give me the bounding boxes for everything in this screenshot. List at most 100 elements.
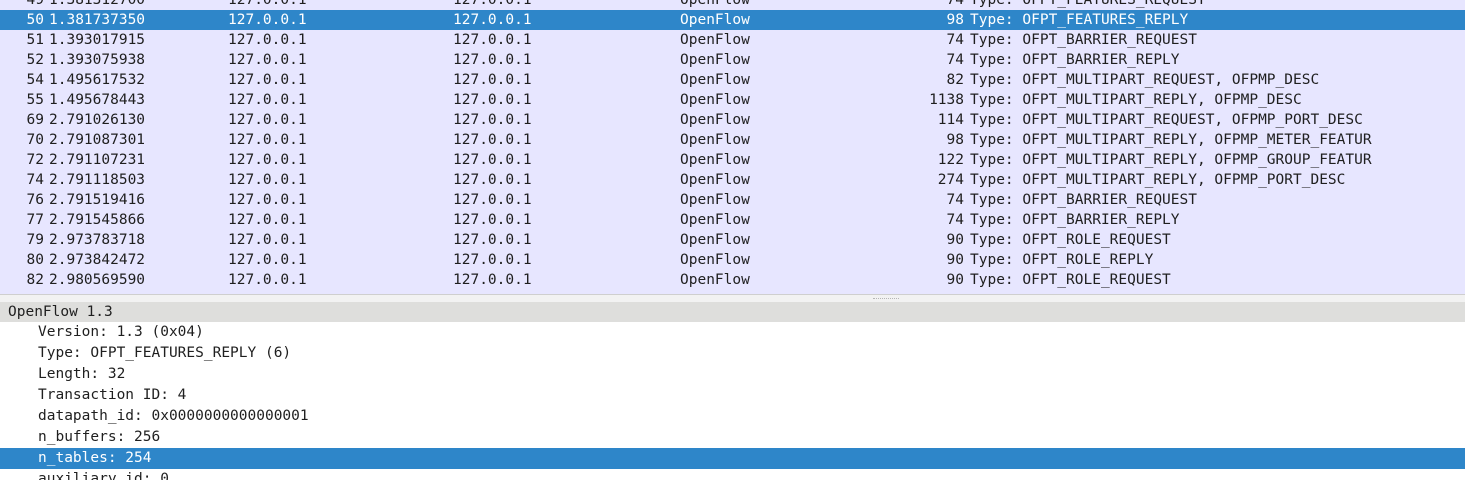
packet-destination: 127.0.0.1 [453, 212, 532, 228]
packet-time: 2.791087301 [49, 132, 146, 148]
packet-length: 74 [946, 192, 964, 208]
packet-length: 274 [937, 172, 964, 188]
tree-field[interactable]: Transaction ID: 4 [0, 385, 1465, 406]
tree-field[interactable]: Length: 32 [0, 364, 1465, 385]
packet-row[interactable]: 72 2.791107231 127.0.0.1 127.0.0.1 OpenFlow 1… [0, 150, 1465, 170]
packet-time: 2.791519416 [49, 192, 146, 208]
tree-field[interactable]: auxiliary_id: 0 [0, 469, 1465, 480]
packet-source: 127.0.0.1 [228, 152, 307, 168]
packet-destination: 127.0.0.1 [453, 112, 532, 128]
packet-number: 79 [26, 232, 44, 248]
packet-length: 90 [946, 232, 964, 248]
packet-info: Type: OFPT_ROLE_REQUEST [970, 232, 1171, 248]
packet-source: 127.0.0.1 [228, 0, 307, 8]
packet-info: Type: OFPT_BARRIER_REPLY [970, 52, 1180, 68]
packet-source: 127.0.0.1 [228, 132, 307, 148]
packet-protocol: OpenFlow [680, 132, 750, 148]
packet-source: 127.0.0.1 [228, 52, 307, 68]
packet-time: 1.495678443 [49, 92, 146, 108]
packet-row[interactable]: 74 2.791118503 127.0.0.1 127.0.0.1 OpenFlow 2… [0, 170, 1465, 190]
packet-protocol: OpenFlow [680, 72, 750, 88]
packet-number: 80 [26, 252, 44, 268]
packet-time: 2.973842472 [49, 252, 146, 268]
packet-time: 2.973783718 [49, 232, 146, 248]
packet-protocol: OpenFlow [680, 52, 750, 68]
packet-info: Type: OFPT_MULTIPART_REQUEST, OFPMP_DESC [970, 72, 1320, 88]
packet-time: 2.791545866 [49, 212, 146, 228]
packet-source: 127.0.0.1 [228, 252, 307, 268]
tree-field[interactable]: Version: 1.3 (0x04) [0, 322, 1465, 343]
packet-source: 127.0.0.1 [228, 192, 307, 208]
packet-time: 1.381737350 [49, 12, 146, 28]
packet-number: 69 [26, 112, 44, 128]
packet-protocol: OpenFlow [680, 212, 750, 228]
packet-number: 70 [26, 132, 44, 148]
packet-info: Type: OFPT_FEATURES_REQUEST [970, 0, 1206, 8]
packet-source: 127.0.0.1 [228, 32, 307, 48]
packet-time: 1.393017915 [49, 32, 146, 48]
tree-field[interactable]: n_tables: 254 [0, 448, 1465, 469]
packet-number: 82 [26, 272, 44, 288]
packet-protocol: OpenFlow [680, 272, 750, 288]
packet-length: 122 [937, 152, 964, 168]
tree-field[interactable]: Type: OFPT_FEATURES_REPLY (6) [0, 343, 1465, 364]
packet-source: 127.0.0.1 [228, 272, 307, 288]
packet-info: Type: OFPT_MULTIPART_REPLY, OFPMP_METER_… [970, 132, 1372, 148]
tree-field[interactable]: n_buffers: 256 [0, 427, 1465, 448]
packet-row[interactable]: 82 2.980569590 127.0.0.1 127.0.0.1 OpenFlow 9… [0, 270, 1465, 290]
packet-row[interactable]: 77 2.791545866 127.0.0.1 127.0.0.1 OpenFlow 7… [0, 210, 1465, 230]
splitter-grip-icon [873, 298, 899, 299]
packet-row[interactable]: 76 2.791519416 127.0.0.1 127.0.0.1 OpenFlow 7… [0, 190, 1465, 210]
packet-time: 1.381312700 [49, 0, 146, 8]
packet-row[interactable]: 80 2.973842472 127.0.0.1 127.0.0.1 OpenFlow 9… [0, 250, 1465, 270]
packet-destination: 127.0.0.1 [453, 72, 532, 88]
packet-time: 2.791107231 [49, 152, 146, 168]
packet-length: 74 [946, 0, 964, 8]
packet-info: Type: OFPT_MULTIPART_REPLY, OFPMP_DESC [970, 92, 1302, 108]
packet-row[interactable]: 69 2.791026130 127.0.0.1 127.0.0.1 OpenFlow 1… [0, 110, 1465, 130]
packet-destination: 127.0.0.1 [453, 252, 532, 268]
packet-info: Type: OFPT_ROLE_REPLY [970, 252, 1154, 268]
packet-destination: 127.0.0.1 [453, 232, 532, 248]
packet-row[interactable]: 79 2.973783718 127.0.0.1 127.0.0.1 OpenFlow 9… [0, 230, 1465, 250]
packet-number: 76 [26, 192, 44, 208]
packet-row[interactable]: 52 1.393075938 127.0.0.1 127.0.0.1 OpenFlow 7… [0, 50, 1465, 70]
packet-protocol: OpenFlow [680, 252, 750, 268]
packet-list[interactable]: 49 1.381312700 127.0.0.1 127.0.0.1 OpenFlow 7… [0, 0, 1465, 294]
packet-length: 74 [946, 212, 964, 228]
packet-row[interactable]: 70 2.791087301 127.0.0.1 127.0.0.1 OpenFlow 9… [0, 130, 1465, 150]
packet-length: 74 [946, 52, 964, 68]
packet-destination: 127.0.0.1 [453, 92, 532, 108]
packet-info: Type: OFPT_BARRIER_REQUEST [970, 32, 1197, 48]
packet-row[interactable]: 50 1.381737350 127.0.0.1 127.0.0.1 OpenFlow 9… [0, 10, 1465, 30]
packet-source: 127.0.0.1 [228, 12, 307, 28]
packet-destination: 127.0.0.1 [453, 272, 532, 288]
packet-length: 98 [946, 132, 964, 148]
packet-destination: 127.0.0.1 [453, 172, 532, 188]
packet-length: 90 [946, 252, 964, 268]
packet-length: 114 [937, 112, 964, 128]
packet-destination: 127.0.0.1 [453, 32, 532, 48]
packet-number: 51 [26, 32, 44, 48]
packet-source: 127.0.0.1 [228, 92, 307, 108]
packet-info: Type: OFPT_BARRIER_REPLY [970, 212, 1180, 228]
packet-protocol: OpenFlow [680, 92, 750, 108]
packet-source: 127.0.0.1 [228, 112, 307, 128]
packet-details-tree[interactable]: OpenFlow 1.3 Version: 1.3 (0x04) Type: OF… [0, 302, 1465, 480]
packet-row[interactable]: 49 1.381312700 127.0.0.1 127.0.0.1 OpenFlow 7… [0, 0, 1465, 10]
packet-time: 2.791118503 [49, 172, 146, 188]
tree-field[interactable]: datapath_id: 0x0000000000000001 [0, 406, 1465, 427]
packet-time: 2.791026130 [49, 112, 146, 128]
tree-header-openflow[interactable]: OpenFlow 1.3 [0, 302, 1465, 322]
packet-length: 82 [946, 72, 964, 88]
packet-length: 1138 [929, 92, 964, 108]
packet-destination: 127.0.0.1 [453, 132, 532, 148]
packet-row[interactable]: 55 1.495678443 127.0.0.1 127.0.0.1 OpenFlow 1… [0, 90, 1465, 110]
packet-info: Type: OFPT_FEATURES_REPLY [970, 12, 1189, 28]
packet-protocol: OpenFlow [680, 172, 750, 188]
packet-row[interactable]: 54 1.495617532 127.0.0.1 127.0.0.1 OpenFlow 8… [0, 70, 1465, 90]
packet-protocol: OpenFlow [680, 12, 750, 28]
packet-row[interactable]: 51 1.393017915 127.0.0.1 127.0.0.1 OpenFlow 7… [0, 30, 1465, 50]
packet-protocol: OpenFlow [680, 32, 750, 48]
packet-destination: 127.0.0.1 [453, 192, 532, 208]
